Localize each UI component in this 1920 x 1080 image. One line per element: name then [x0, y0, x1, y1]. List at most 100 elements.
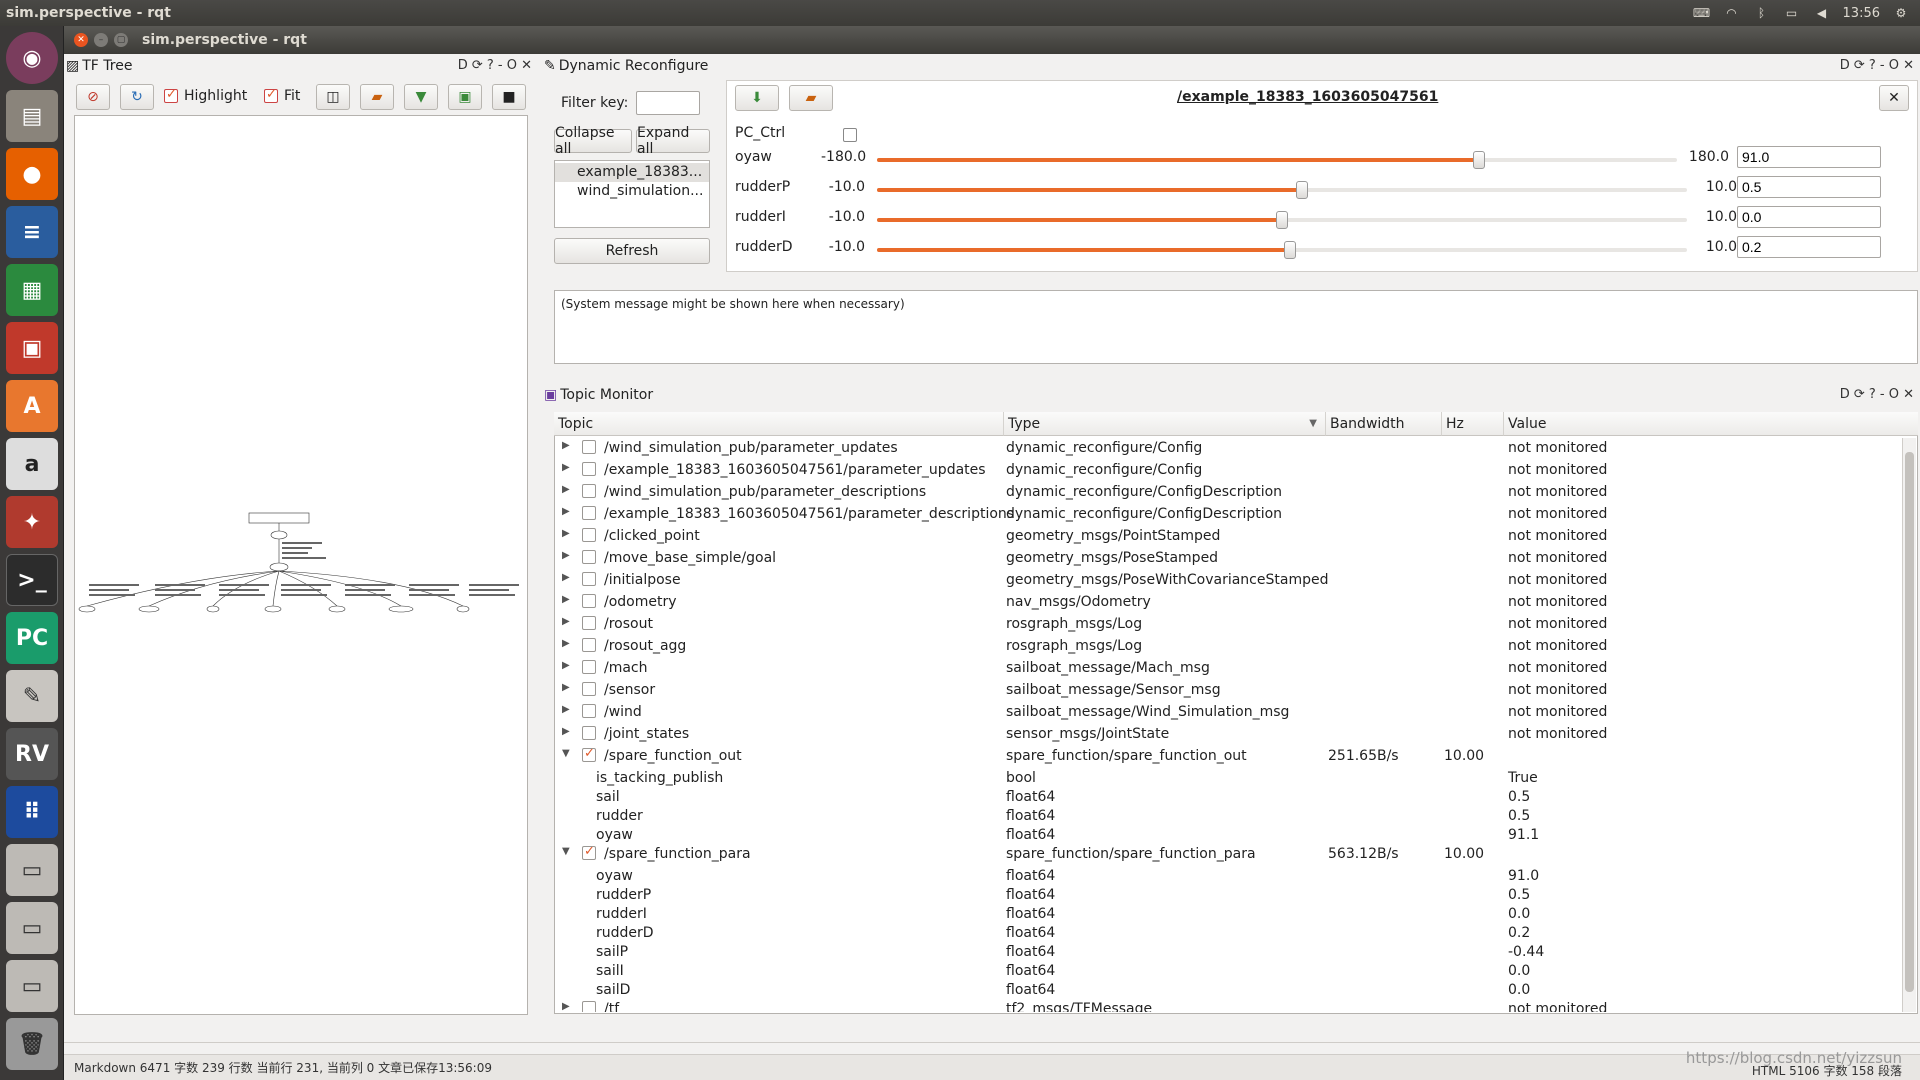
- chevron-down-icon[interactable]: ▼: [562, 748, 570, 759]
- gear-icon[interactable]: ⚙: [1892, 6, 1910, 20]
- topic-value: -0.44: [1508, 944, 1545, 960]
- chevron-right-icon[interactable]: ▶: [562, 616, 570, 627]
- pycharm-icon[interactable]: PC: [6, 612, 58, 664]
- battery-icon[interactable]: ▭: [1783, 6, 1801, 20]
- chevron-right-icon[interactable]: ▶: [562, 594, 570, 605]
- calc-icon[interactable]: ▦: [6, 264, 58, 316]
- monitor-checkbox[interactable]: [582, 616, 596, 630]
- chevron-right-icon[interactable]: ▶: [562, 726, 570, 737]
- topic-hz: 10.00: [1444, 846, 1485, 862]
- bluetooth-icon[interactable]: ᛒ: [1753, 6, 1771, 20]
- monitor-checkbox[interactable]: [582, 844, 596, 860]
- firefox-icon[interactable]: ●: [6, 148, 58, 200]
- monitor-checkbox[interactable]: [582, 528, 596, 542]
- keyboard-icon[interactable]: ⌨: [1693, 6, 1711, 20]
- chevron-right-icon[interactable]: ▶: [562, 638, 570, 649]
- topic-type: bool: [1006, 770, 1036, 786]
- table-row[interactable]: ▶ /tf tf2_msgs/TFMessage not monitored: [554, 999, 1896, 1012]
- table-row[interactable]: ▶ /mach sailboat_message/Mach_msg not monit…: [554, 658, 1896, 680]
- monitor-checkbox[interactable]: [582, 572, 596, 586]
- table-row[interactable]: ▼ /spare_function_out spare_function/spare…: [554, 746, 1896, 768]
- table-row[interactable]: ▶ /example_18383_1603605047561/parameter_…: [554, 504, 1896, 526]
- table-row[interactable]: ▶ /example_18383_1603605047561/parameter_…: [554, 460, 1896, 482]
- table-row[interactable]: ▶ /sensor sailboat_message/Sensor_msg not m…: [554, 680, 1896, 702]
- trash-icon[interactable]: 🗑: [6, 1018, 58, 1070]
- chevron-down-icon[interactable]: ▼: [562, 846, 570, 857]
- writer-icon[interactable]: ≡: [6, 206, 58, 258]
- chevron-right-icon[interactable]: ▶: [562, 506, 570, 517]
- chevron-right-icon[interactable]: ▶: [562, 704, 570, 715]
- table-row[interactable]: ▶ /wind sailboat_message/Wind_Simulation_m…: [554, 702, 1896, 724]
- table-row[interactable]: ▼ /spare_function_para spare_function/spar…: [554, 844, 1896, 866]
- topic-type: float64: [1006, 963, 1056, 979]
- chevron-right-icon[interactable]: ▶: [562, 462, 570, 473]
- chevron-right-icon[interactable]: ▶: [562, 1001, 570, 1012]
- volume-icon[interactable]: ◀: [1813, 6, 1831, 20]
- topic-value: not monitored: [1508, 726, 1608, 742]
- table-row[interactable]: ▶ /initialpose geometry_msgs/PoseWithCovar…: [554, 570, 1896, 592]
- monitor-checkbox[interactable]: [582, 660, 596, 674]
- monitor-checkbox[interactable]: [582, 550, 596, 564]
- drive-icon[interactable]: ▭: [6, 960, 58, 1012]
- chevron-right-icon[interactable]: ▶: [562, 550, 570, 561]
- monitor-checkbox[interactable]: [582, 682, 596, 696]
- topic-type: rosgraph_msgs/Log: [1006, 638, 1143, 654]
- table-row[interactable]: ▶ /clicked_point geometry_msgs/PointStampe…: [554, 526, 1896, 548]
- topic-name: /move_base_simple/goal: [604, 550, 777, 566]
- chevron-right-icon[interactable]: ▶: [562, 660, 570, 671]
- ubuntu-icon[interactable]: ◉: [6, 32, 58, 84]
- splitter[interactable]: [64, 1042, 1920, 1054]
- monitor-checkbox[interactable]: [582, 462, 596, 476]
- terminal-icon[interactable]: >_: [6, 554, 58, 606]
- drive-icon[interactable]: ▭: [6, 902, 58, 954]
- table-row[interactable]: ▶ /move_base_simple/goal geometry_msgs/Pos…: [554, 548, 1896, 570]
- table-row[interactable]: ▶ /joint_states sensor_msgs/JointState not …: [554, 724, 1896, 746]
- topic-type: float64: [1006, 925, 1056, 941]
- topic-value: not monitored: [1508, 462, 1608, 478]
- apps-icon[interactable]: ⠿: [6, 786, 58, 838]
- clock[interactable]: 13:56: [1843, 6, 1880, 21]
- files-icon[interactable]: ▤: [6, 90, 58, 142]
- topic-rows: ▶/wind_simulation_pub/parameter_updates d…: [64, 54, 1920, 1012]
- topic-value: not monitored: [1508, 638, 1608, 654]
- monitor-checkbox[interactable]: [582, 726, 596, 740]
- close-icon[interactable]: ✕: [74, 33, 88, 47]
- drive-icon[interactable]: ▭: [6, 844, 58, 896]
- monitor-checkbox[interactable]: [582, 484, 596, 498]
- table-row[interactable]: ▶ /wind_simulation_pub/parameter_descript…: [554, 482, 1896, 504]
- wifi-icon[interactable]: ◠: [1723, 6, 1741, 20]
- chevron-right-icon[interactable]: ▶: [562, 682, 570, 693]
- topic-name: /wind_simulation_pub/parameter_descripti…: [604, 484, 927, 500]
- topic-type: float64: [1006, 982, 1056, 998]
- topic-value: not monitored: [1508, 660, 1608, 676]
- topic-name: /example_18383_1603605047561/parameter_u…: [604, 462, 986, 478]
- text-editor-icon[interactable]: ✎: [6, 670, 58, 722]
- rviz-icon[interactable]: RV: [6, 728, 58, 780]
- chevron-right-icon[interactable]: ▶: [562, 440, 570, 451]
- table-row[interactable]: ▶ /wind_simulation_pub/parameter_updates d…: [554, 438, 1896, 460]
- impress-icon[interactable]: ▣: [6, 322, 58, 374]
- amazon-icon[interactable]: a: [6, 438, 58, 490]
- field-name: rudderP: [596, 887, 652, 903]
- table-row[interactable]: ▶ /rosout_agg rosgraph_msgs/Log not monitor…: [554, 636, 1896, 658]
- system-top-bar: sim.perspective - rqt ⌨ ◠ ᛒ ▭ ◀ 13:56 ⚙: [0, 0, 1920, 26]
- chevron-right-icon[interactable]: ▶: [562, 484, 570, 495]
- monitor-checkbox[interactable]: [582, 506, 596, 520]
- maximize-icon[interactable]: ▢: [114, 33, 128, 47]
- window-title: sim.perspective - rqt: [142, 32, 307, 48]
- monitor-checkbox[interactable]: [582, 638, 596, 652]
- software-center-icon[interactable]: A: [6, 380, 58, 432]
- monitor-checkbox[interactable]: [582, 440, 596, 454]
- monitor-checkbox[interactable]: [582, 594, 596, 608]
- chevron-right-icon[interactable]: ▶: [562, 528, 570, 539]
- settings-icon[interactable]: ✦: [6, 496, 58, 548]
- table-row[interactable]: ▶ /odometry nav_msgs/Odometry not monitored: [554, 592, 1896, 614]
- chevron-right-icon[interactable]: ▶: [562, 572, 570, 583]
- monitor-checkbox[interactable]: [582, 1001, 596, 1012]
- monitor-checkbox[interactable]: [582, 704, 596, 718]
- topic-type: sailboat_message/Mach_msg: [1006, 660, 1210, 676]
- minimize-icon[interactable]: –: [94, 33, 108, 47]
- topic-type: dynamic_reconfigure/Config: [1006, 440, 1203, 456]
- monitor-checkbox[interactable]: [582, 746, 596, 762]
- table-row[interactable]: ▶ /rosout rosgraph_msgs/Log not monitored: [554, 614, 1896, 636]
